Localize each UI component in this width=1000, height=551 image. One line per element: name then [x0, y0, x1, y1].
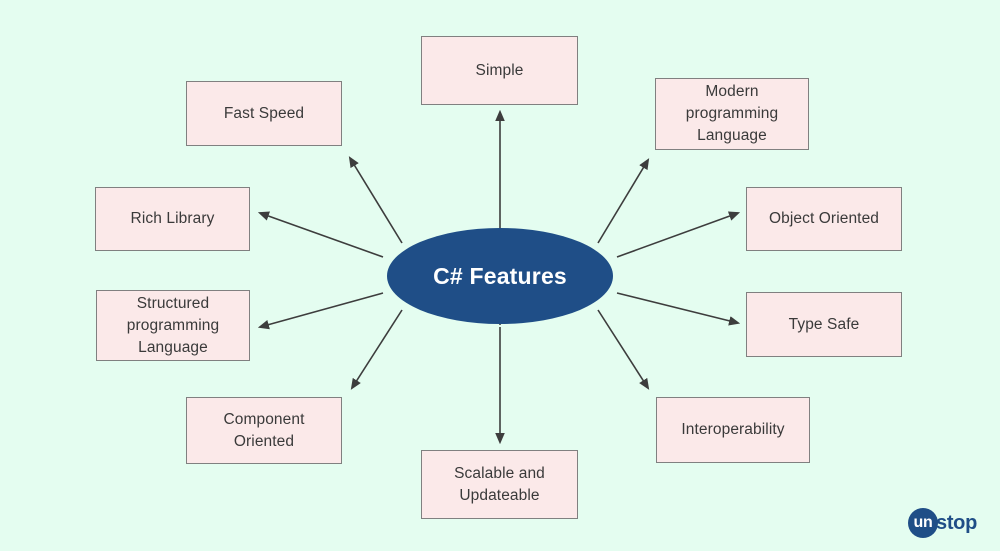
unstop-logo-circle: un — [908, 508, 938, 538]
arrow-to-type-safe — [616, 292, 741, 326]
node-object-oriented[interactable]: Object Oriented — [746, 187, 902, 251]
diagram-canvas: Simple Modern programming Language Objec… — [0, 0, 1000, 551]
node-interoperability[interactable]: Interoperability — [656, 397, 810, 463]
node-fast-speed[interactable]: Fast Speed — [186, 81, 342, 146]
node-label: Simple — [475, 61, 524, 79]
node-component-oriented[interactable]: Component Oriented — [186, 397, 342, 464]
arrow-to-object-oriented — [616, 211, 741, 258]
node-label: Scalable and Updateable — [454, 464, 545, 504]
node-label: Rich Library — [130, 210, 215, 227]
node-structured-programming-language[interactable]: Structured programming Language — [96, 290, 250, 361]
arrow-to-modern-programming-language — [597, 158, 650, 244]
node-label: Interoperability — [681, 421, 785, 438]
node-simple[interactable]: Simple — [421, 36, 578, 105]
unstop-logo-circle-text: un — [913, 514, 933, 531]
arrow-to-component-oriented — [350, 309, 403, 390]
arrow-to-structured-programming-language — [257, 292, 384, 330]
unstop-logo: un stop — [908, 506, 988, 540]
node-type-safe[interactable]: Type Safe — [746, 292, 902, 357]
node-label: Structured programming Language — [126, 294, 220, 356]
arrow-to-interoperability — [597, 309, 650, 390]
node-scalable-and-updateable[interactable]: Scalable and Updateable — [421, 450, 578, 519]
arrow-to-rich-library — [257, 211, 384, 258]
node-label: Object Oriented — [768, 210, 880, 227]
node-label: Modern programming Language — [685, 83, 779, 144]
node-label: Fast Speed — [223, 104, 305, 122]
node-modern-programming-language[interactable]: Modern programming Language — [655, 78, 809, 150]
center-node-c-sharp-features[interactable]: C# Features — [387, 228, 613, 324]
center-node-label: C# Features — [433, 262, 567, 289]
node-rich-library[interactable]: Rich Library — [95, 187, 250, 251]
node-label: Component Oriented — [223, 410, 305, 450]
unstop-logo-wordmark: stop — [936, 511, 978, 534]
arrow-to-fast-speed — [348, 156, 403, 244]
node-label: Type Safe — [788, 315, 860, 333]
